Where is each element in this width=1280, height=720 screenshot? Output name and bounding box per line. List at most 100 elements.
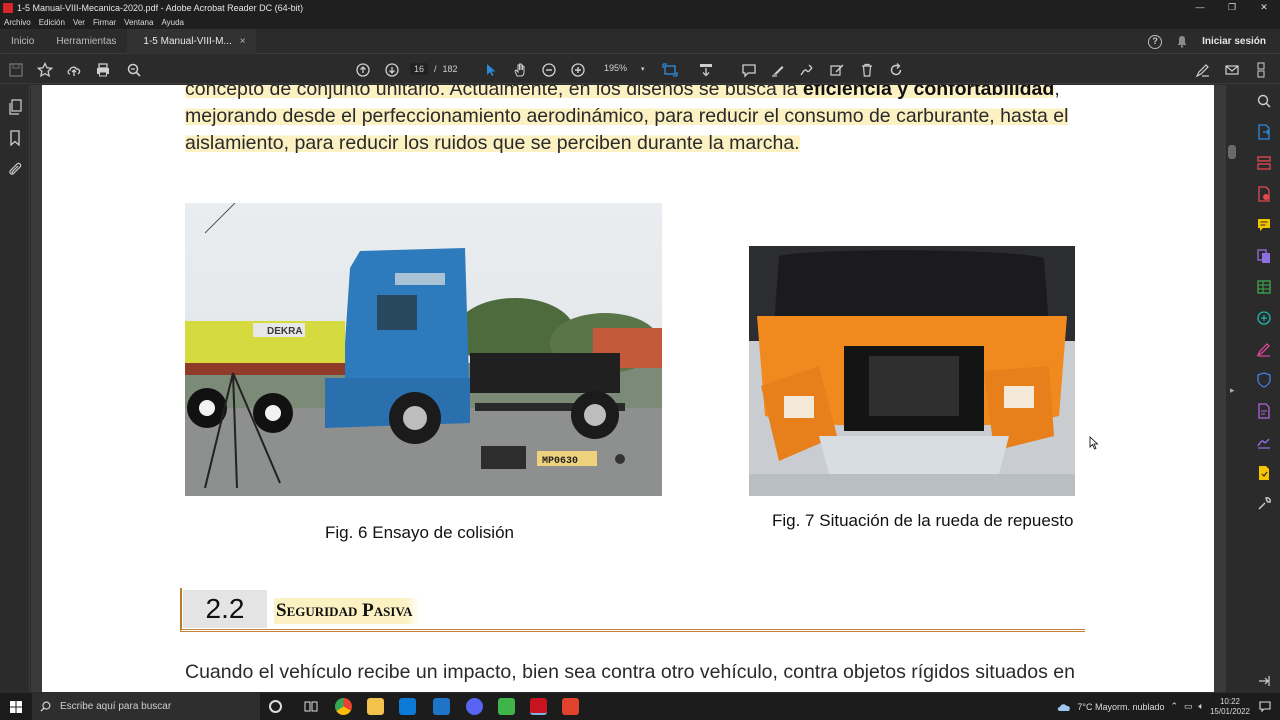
export-pdf-icon[interactable] (1256, 124, 1272, 140)
email-icon[interactable] (1222, 60, 1242, 79)
comment-icon[interactable] (739, 60, 759, 79)
tab-herramientas[interactable]: Herramientas (45, 29, 127, 54)
select-cursor-icon[interactable] (481, 60, 501, 79)
acrobat-taskbar-icon[interactable] (530, 698, 547, 715)
zoom-level-value: 195% (604, 63, 628, 73)
para1-line1-c: , (1054, 85, 1060, 100)
star-icon[interactable] (35, 60, 55, 79)
figure-6-crash-test-image: DEKRA MP0630 (185, 203, 662, 496)
minimize-button[interactable]: — (1184, 0, 1216, 15)
close-window-button[interactable]: ✕ (1248, 0, 1280, 15)
comment-tool-icon[interactable] (1256, 217, 1272, 233)
system-tray: 7°C Mayorm. nublado ⌃ ▭ 🔈︎ 10:22 15/01/2… (1057, 693, 1250, 720)
page-number-input[interactable]: 16 (410, 63, 429, 75)
tab-bar: Inicio Herramientas 1-5 Manual-VIII-M...… (0, 28, 1280, 54)
taskbar-search[interactable]: Escribe aquí para buscar (32, 693, 260, 720)
tab-document[interactable]: 1-5 Manual-VIII-M... × (127, 28, 256, 54)
menu-archivo[interactable]: Archivo (4, 18, 31, 27)
bell-icon[interactable] (1176, 35, 1188, 48)
file-explorer-icon[interactable] (367, 698, 384, 715)
mail-icon[interactable] (433, 698, 450, 715)
plate-label: MP0630 (542, 456, 578, 467)
attachment-icon[interactable] (7, 161, 23, 177)
menu-ventana[interactable]: Ventana (124, 18, 153, 27)
figure-6-caption: Fig. 6 Ensayo de colisión (325, 523, 514, 542)
menu-firmar[interactable]: Firmar (93, 18, 116, 27)
collapse-right-icon[interactable]: ▸ (1230, 385, 1235, 396)
hand-tool-icon[interactable] (510, 60, 530, 79)
edit-pdf-icon[interactable] (1193, 60, 1213, 79)
create-pdf-icon[interactable] (1256, 155, 1272, 171)
recorder-icon[interactable] (562, 698, 579, 715)
clock-time: 10:22 (1219, 696, 1240, 706)
notifications-icon[interactable] (1259, 701, 1271, 712)
upload-cloud-icon[interactable] (64, 60, 84, 79)
paragraph-1: concepto de conjunto unitario. Actualmen… (185, 85, 1085, 157)
close-tab-icon[interactable]: × (240, 29, 246, 54)
para1-line1-a: concepto de conjunto unitario. Actualmen… (185, 85, 803, 100)
next-page-icon[interactable] (382, 60, 402, 79)
clock-date: 15/01/2022 (1209, 706, 1250, 716)
organize-pages-icon[interactable] (1256, 248, 1272, 264)
more-tools-wrench-icon[interactable] (1256, 496, 1272, 512)
task-view-icon[interactable] (302, 698, 319, 715)
sign-in-button[interactable]: Iniciar sesión (1202, 36, 1266, 47)
figure-7-caption: Fig. 7 Situación de la rueda de repuesto (772, 511, 1074, 530)
help-icon[interactable]: ? (1148, 34, 1163, 49)
menu-edicion[interactable]: Edición (39, 18, 65, 27)
camtasia-icon[interactable] (498, 698, 515, 715)
para1-line1-bold: eficiencia y confortabilidad (802, 85, 1055, 100)
zoom-out-icon[interactable] (539, 60, 559, 79)
fill-sign-icon[interactable] (827, 60, 847, 79)
expand-panel-icon[interactable] (1256, 673, 1272, 689)
network-icon[interactable]: ▭ (1184, 701, 1193, 712)
volume-icon[interactable]: 🔈︎ (1199, 701, 1204, 712)
maximize-button[interactable]: ❐ (1216, 0, 1248, 15)
tab-document-label: 1-5 Manual-VIII-M... (143, 35, 232, 47)
zoom-search-icon[interactable] (124, 60, 144, 79)
pages-thumbnail-icon[interactable] (7, 99, 23, 115)
window-title: 1-5 Manual-VIII-Mecanica-2020.pdf - Adob… (17, 2, 304, 13)
fill-and-sign-icon[interactable] (1256, 341, 1272, 357)
weather-cloud-icon (1058, 703, 1071, 711)
enhance-scan-icon[interactable] (1256, 310, 1272, 326)
store-icon[interactable] (399, 698, 416, 715)
zoom-level-select[interactable]: 195% ▾ (604, 63, 645, 73)
tray-chevron-icon[interactable]: ⌃ (1170, 701, 1178, 712)
print-icon[interactable] (93, 60, 113, 79)
more-tools-icon[interactable] (1251, 60, 1271, 79)
search-placeholder: Escribe aquí para buscar (60, 701, 172, 712)
document-viewport[interactable]: concepto de conjunto unitario. Actualmen… (31, 85, 1226, 692)
combine-files-icon[interactable] (1256, 186, 1272, 202)
figure-7-spare-wheel-image (749, 246, 1075, 496)
zoom-in-icon[interactable] (568, 60, 588, 79)
chrome-icon[interactable] (335, 698, 352, 715)
weather-text[interactable]: 7°C Mayorm. nublado (1077, 702, 1164, 712)
rotate-icon[interactable] (886, 60, 906, 79)
bookmark-icon[interactable] (7, 130, 23, 147)
cortana-icon[interactable] (269, 700, 282, 713)
page-total: 182 (442, 64, 458, 74)
save-icon[interactable] (6, 60, 26, 79)
scroll-mode-icon[interactable] (696, 60, 716, 79)
previous-page-icon[interactable] (353, 60, 373, 79)
menu-ver[interactable]: Ver (73, 18, 85, 27)
sign-icon[interactable] (797, 60, 817, 79)
clock[interactable]: 10:22 15/01/2022 (1210, 697, 1250, 717)
scrollbar-thumb[interactable] (1228, 145, 1236, 159)
highlight-pen-icon[interactable] (768, 60, 788, 79)
spreadsheet-icon[interactable] (1256, 279, 1272, 295)
toolbar: 16 / 182 195% ▾ (0, 55, 1280, 84)
send-for-comments-icon[interactable] (1256, 465, 1272, 481)
menu-ayuda[interactable]: Ayuda (161, 18, 184, 27)
delete-icon[interactable] (857, 60, 877, 79)
fit-page-icon[interactable] (660, 60, 680, 79)
windows-start-icon[interactable] (10, 701, 22, 713)
protect-icon[interactable] (1256, 372, 1272, 388)
prepare-form-icon[interactable] (1256, 403, 1272, 419)
section-title: Seguridad Pasiva (274, 598, 421, 624)
tab-inicio[interactable]: Inicio (0, 29, 45, 54)
discord-icon[interactable] (466, 698, 483, 715)
request-signature-icon[interactable] (1256, 434, 1272, 450)
search-pane-icon[interactable] (1256, 93, 1272, 109)
